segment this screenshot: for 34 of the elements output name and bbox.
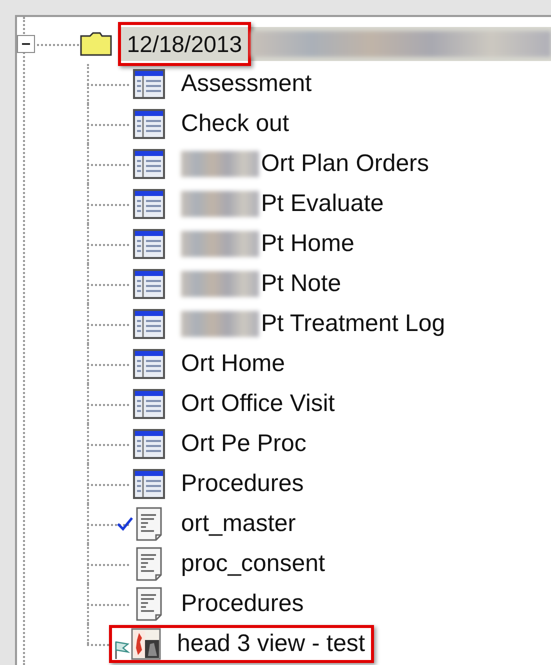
tree-item-label[interactable]: Pt Note bbox=[261, 266, 342, 302]
tree-item-label[interactable]: Procedures bbox=[181, 586, 304, 622]
form-icon bbox=[133, 389, 165, 419]
tree-item-label[interactable]: proc_consent bbox=[181, 546, 326, 582]
document-icon bbox=[136, 547, 162, 581]
tree-item-label[interactable]: ort_master bbox=[181, 506, 296, 542]
tree-item-label[interactable]: Ort Plan Orders bbox=[261, 146, 430, 182]
form-icon bbox=[133, 349, 165, 379]
tree-item-label[interactable]: Ort Pe Proc bbox=[181, 426, 306, 462]
tree-item-label[interactable]: head 3 view - test bbox=[177, 626, 366, 662]
form-icon bbox=[133, 189, 165, 219]
folder-icon bbox=[80, 32, 112, 56]
form-icon bbox=[133, 269, 165, 299]
tree-item-label[interactable]: Assessment bbox=[181, 66, 312, 102]
collapse-toggle[interactable] bbox=[17, 35, 35, 53]
form-icon bbox=[133, 229, 165, 259]
form-icon bbox=[133, 149, 165, 179]
tree-item-label[interactable]: Pt Evaluate bbox=[261, 186, 384, 222]
tree-item-label[interactable]: Check out bbox=[181, 106, 290, 142]
form-icon bbox=[133, 309, 165, 339]
tree-item-label[interactable]: Procedures bbox=[181, 466, 304, 502]
tree-item-label[interactable]: Pt Home bbox=[261, 226, 354, 262]
document-icon bbox=[136, 507, 162, 541]
tree-item-label[interactable]: Ort Home bbox=[181, 346, 286, 382]
tree-item-label[interactable]: Pt Treatment Log bbox=[261, 306, 446, 342]
form-icon bbox=[133, 429, 165, 459]
document-icon bbox=[136, 587, 162, 621]
image-thumbnail-icon bbox=[131, 628, 161, 660]
form-icon bbox=[133, 109, 165, 139]
tree-item-label[interactable]: Ort Office Visit bbox=[181, 386, 335, 422]
form-icon bbox=[133, 69, 165, 99]
folder-label[interactable]: 12/18/2013 bbox=[118, 22, 251, 66]
form-icon bbox=[133, 469, 165, 499]
flag-icon bbox=[114, 640, 130, 660]
